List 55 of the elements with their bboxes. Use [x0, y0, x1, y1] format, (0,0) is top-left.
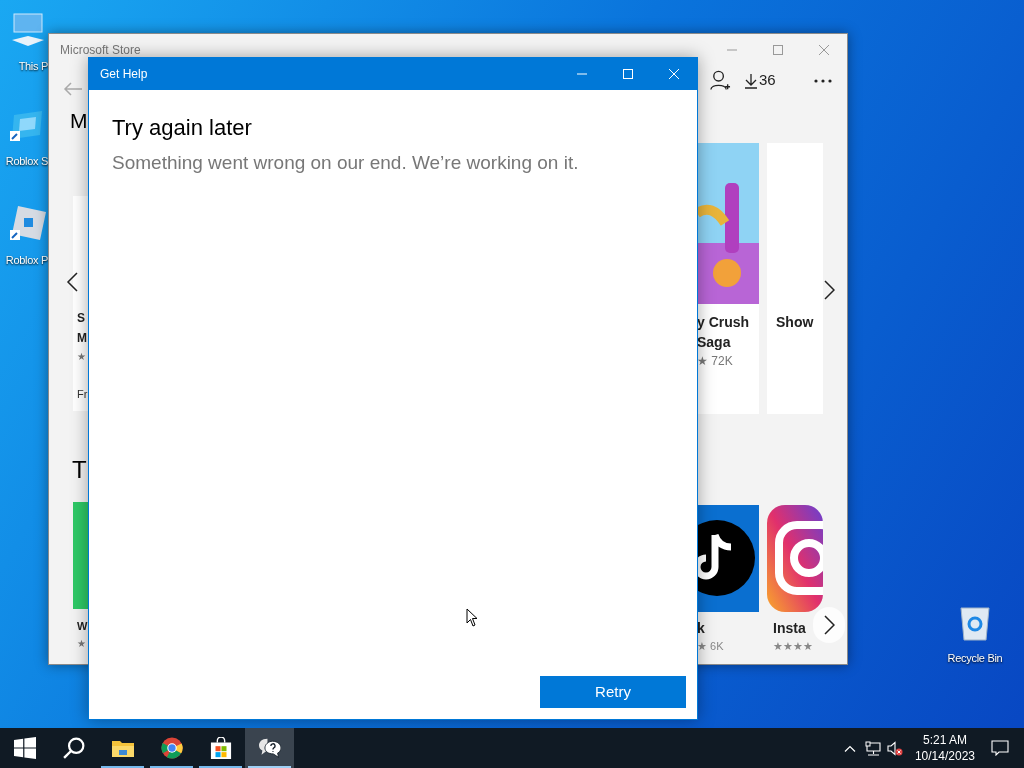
app-card[interactable]: Show: [767, 143, 823, 414]
running-indicator: [248, 766, 291, 768]
app-name: S: [77, 310, 86, 327]
running-indicator: [199, 766, 242, 768]
chevron-up-icon[interactable]: [843, 744, 856, 752]
start-menu-icon: [13, 737, 36, 759]
rating-label: ★★★★: [773, 639, 814, 654]
rating-stars: ★: [77, 637, 87, 651]
app-name: W: [77, 619, 89, 634]
shopping-bag-icon: [209, 737, 232, 759]
notification-icon[interactable]: [991, 740, 1009, 756]
browser-icon: [160, 737, 183, 759]
rating-stars: ★: [77, 350, 87, 364]
error-heading: Try again later: [112, 114, 253, 142]
app-card[interactable]: S M ★ Fr: [73, 196, 89, 411]
network-icon[interactable]: [864, 740, 881, 756]
camera-logo-icon[interactable]: [767, 505, 823, 612]
mouse-pointer-icon: [466, 608, 478, 627]
error-message: Something went wrong on our end. We’re working on it.: [112, 151, 580, 175]
app-name: Insta: [773, 619, 807, 638]
speaker-muted-icon[interactable]: [886, 740, 903, 756]
window-title: Get Help: [100, 66, 148, 83]
app-tile[interactable]: [73, 502, 89, 609]
clock[interactable]: 5:21 AM 10/14/2023: [912, 732, 977, 764]
desktop-icon-label: Roblox P: [5, 253, 48, 268]
price-label: Fr: [77, 387, 89, 402]
app-name: Saga: [697, 333, 732, 352]
desktop-icon-label: Roblox S: [5, 154, 48, 169]
window-title: Microsoft Store: [60, 42, 141, 59]
help-chat-icon: [258, 737, 281, 759]
section-heading: T: [72, 455, 88, 485]
downloads-button[interactable]: 36: [745, 69, 776, 92]
running-indicator: [101, 766, 144, 768]
add-user-icon[interactable]: [709, 69, 731, 92]
section-heading: M: [70, 108, 89, 134]
desktop-icon-label: Recycle Bin: [947, 651, 1003, 666]
app-name: M: [77, 330, 88, 347]
more-options-icon[interactable]: [813, 77, 833, 84]
rating-label: ★ 72K: [697, 353, 734, 370]
retry-button[interactable]: Retry: [540, 676, 686, 708]
app-name: y Crush: [697, 313, 751, 332]
taskbar-button[interactable]: [245, 728, 294, 768]
app-name: Show: [776, 313, 815, 332]
desktop-icon-label: This P: [18, 59, 48, 74]
chevron-left-icon[interactable]: [66, 272, 80, 292]
chevron-right-icon[interactable]: [823, 280, 835, 300]
app-card[interactable]: y Crush Saga ★ 72K: [697, 143, 759, 414]
search-icon: [62, 737, 85, 759]
chevron-right-icon[interactable]: [823, 615, 835, 635]
running-indicator: [150, 766, 193, 768]
app-name: k: [697, 619, 706, 638]
game-artwork-drawing[interactable]: [697, 143, 759, 304]
download-icon: [745, 72, 757, 89]
rating-label: ★ 6K: [697, 639, 725, 654]
music-note-logo-icon[interactable]: [697, 505, 759, 612]
